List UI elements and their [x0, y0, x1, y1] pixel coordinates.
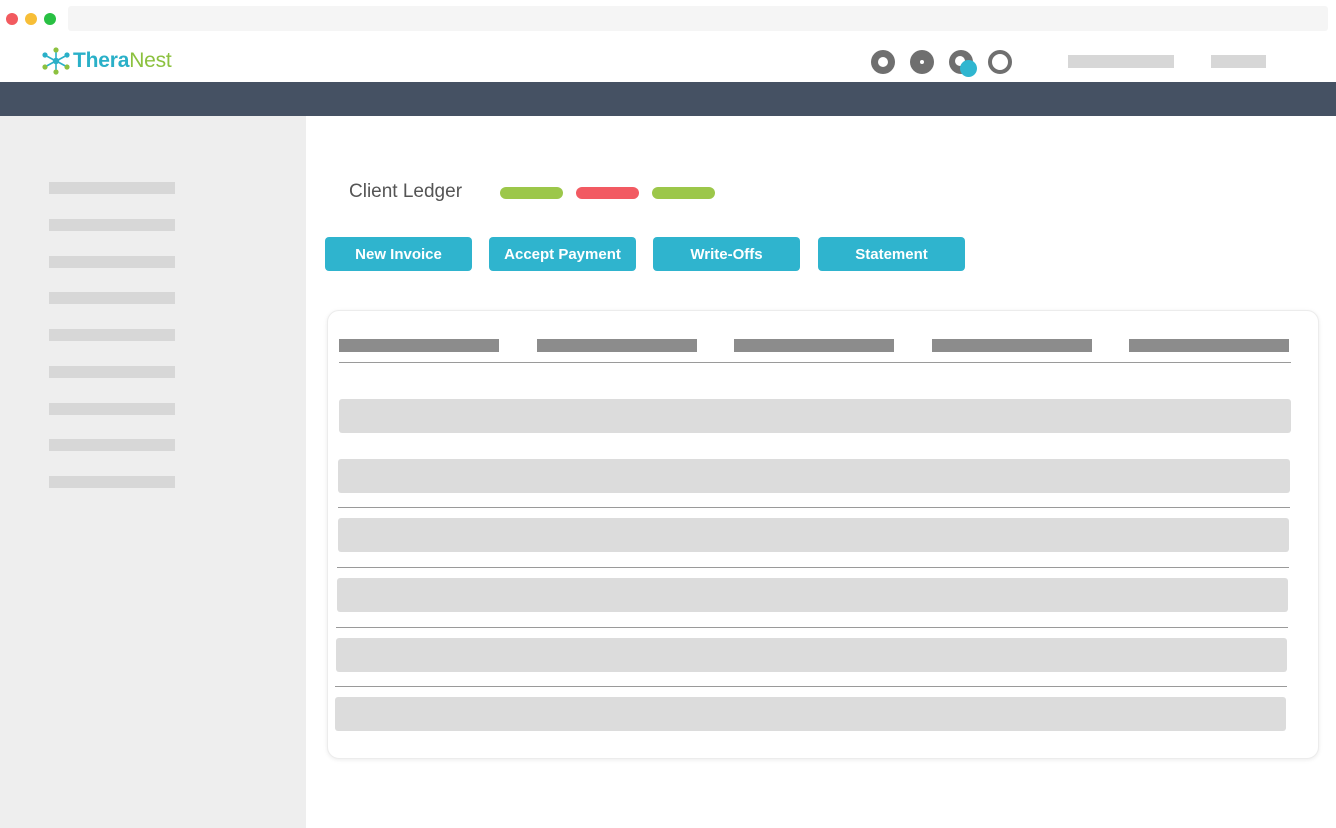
- sidebar-item[interactable]: [49, 256, 175, 268]
- status-icon[interactable]: [988, 50, 1012, 74]
- user-name-placeholder[interactable]: [1068, 55, 1174, 68]
- status-pill-1: [500, 187, 563, 199]
- app-header: TheraNest: [0, 40, 1336, 82]
- table-header-divider: [339, 362, 1291, 363]
- accept-payment-button[interactable]: Accept Payment: [489, 237, 636, 271]
- browser-chrome: [0, 0, 1336, 38]
- table-row[interactable]: [339, 399, 1291, 433]
- new-invoice-button[interactable]: New Invoice: [325, 237, 472, 271]
- sidebar-item[interactable]: [49, 219, 175, 231]
- minimize-window-icon[interactable]: [25, 13, 37, 25]
- write-offs-button[interactable]: Write-Offs: [653, 237, 800, 271]
- table-column-header[interactable]: [1129, 339, 1289, 352]
- table-row[interactable]: [338, 518, 1289, 552]
- maximize-window-icon[interactable]: [44, 13, 56, 25]
- sidebar-item[interactable]: [49, 329, 175, 341]
- row-divider: [338, 507, 1290, 508]
- sidebar-item[interactable]: [49, 403, 175, 415]
- table-row[interactable]: [336, 638, 1287, 672]
- table-column-header[interactable]: [537, 339, 697, 352]
- row-divider: [336, 627, 1288, 628]
- main-navigation-bar: [0, 82, 1336, 116]
- sidebar-item[interactable]: [49, 366, 175, 378]
- page-title: Client Ledger: [349, 181, 463, 202]
- brand-name-part1: Thera: [73, 49, 130, 72]
- sidebar: [0, 116, 306, 828]
- address-bar[interactable]: [68, 6, 1328, 31]
- statement-button[interactable]: Statement: [818, 237, 965, 271]
- row-divider: [337, 567, 1289, 568]
- notification-badge: [960, 60, 977, 77]
- theranest-logo-icon: [42, 47, 70, 75]
- table-row[interactable]: [338, 459, 1290, 493]
- notifications-icon[interactable]: [949, 50, 977, 77]
- table-column-header[interactable]: [932, 339, 1092, 352]
- brand-name-part2: Nest: [129, 49, 172, 72]
- theranest-logo[interactable]: TheraNest: [40, 46, 172, 76]
- row-divider: [335, 686, 1287, 687]
- table-row[interactable]: [335, 697, 1286, 731]
- user-icon[interactable]: [871, 50, 895, 74]
- status-pill-3: [652, 187, 715, 199]
- table-row[interactable]: [337, 578, 1288, 612]
- table-column-header[interactable]: [734, 339, 894, 352]
- sidebar-item[interactable]: [49, 292, 175, 304]
- logout-placeholder[interactable]: [1211, 55, 1266, 68]
- close-window-icon[interactable]: [6, 13, 18, 25]
- sidebar-item[interactable]: [49, 439, 175, 451]
- sidebar-item[interactable]: [49, 182, 175, 194]
- status-pill-2: [576, 187, 639, 199]
- brand-name: TheraNest: [73, 49, 172, 73]
- table-column-header[interactable]: [339, 339, 499, 352]
- sidebar-item[interactable]: [49, 476, 175, 488]
- settings-icon[interactable]: [910, 50, 934, 74]
